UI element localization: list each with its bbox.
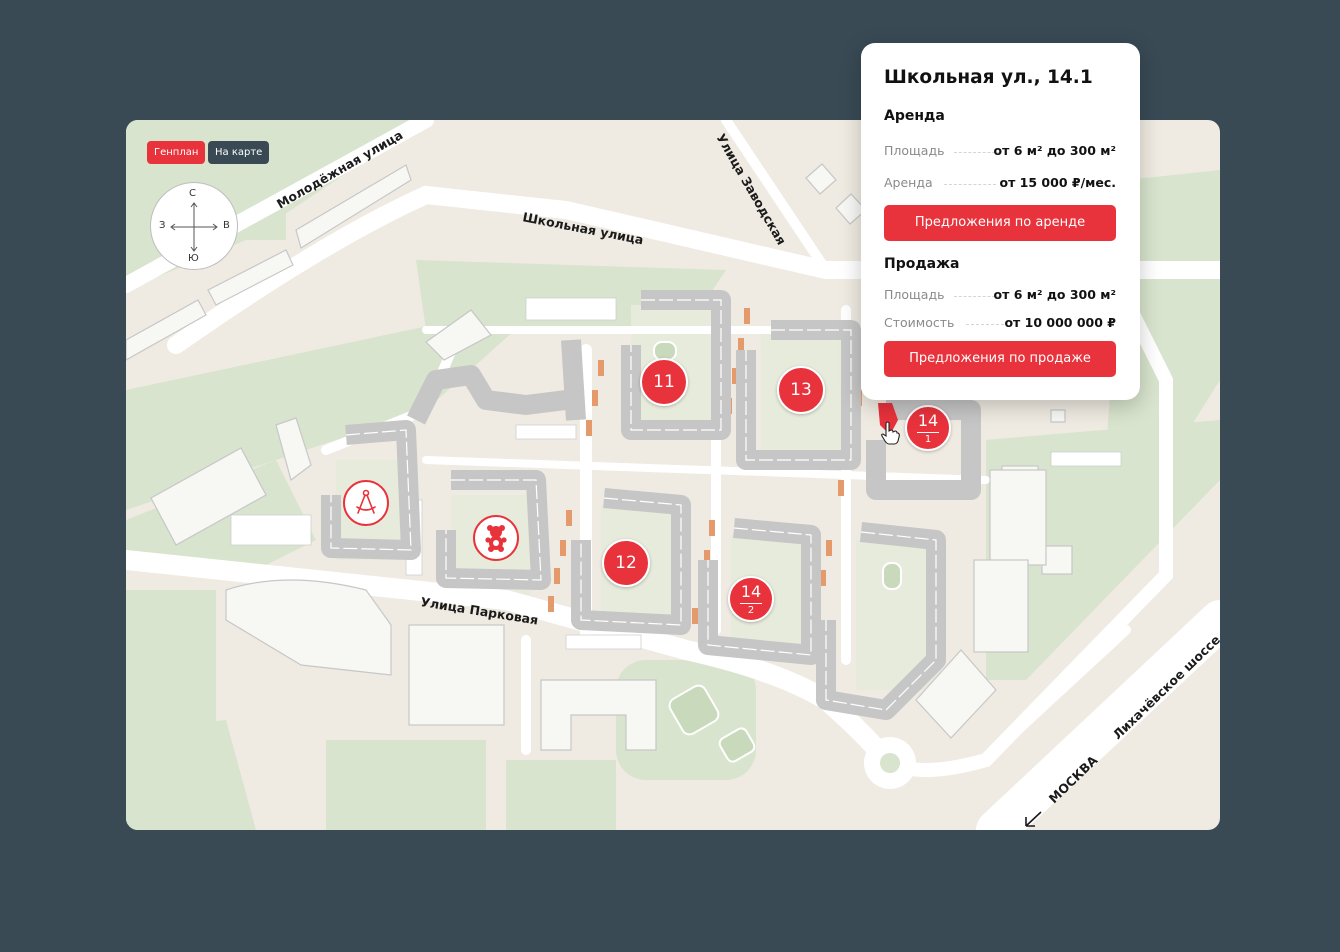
rent-price-row: Аренда от 15 000 ₽/мес. <box>884 175 1116 193</box>
sale-heading: Продажа <box>884 256 960 272</box>
building-marker-14-2[interactable]: 14 2 <box>728 576 774 622</box>
popup-title: Школьная ул., 14.1 <box>884 67 1093 88</box>
rent-heading: Аренда <box>884 108 945 124</box>
rent-price-label: Аренда <box>884 175 933 190</box>
marker-14-1-section: 1 <box>924 434 932 445</box>
rent-area-row: Площадь от 6 м² до 300 м² <box>884 143 1116 161</box>
roundabout-center <box>880 753 900 773</box>
sale-area-value: от 6 м² до 300 м² <box>993 287 1116 302</box>
kindergarten-poi[interactable] <box>473 515 519 561</box>
rent-price-value: от 15 000 ₽/мес. <box>999 175 1117 190</box>
compass: С Ю З В <box>150 182 238 270</box>
genplan-toggle[interactable]: Генплан <box>147 141 206 164</box>
hand-pointer-icon <box>881 421 900 445</box>
compass-west: З <box>159 220 166 231</box>
marker-14-2-divider <box>740 603 762 604</box>
sale-area-row: Площадь от 6 м² до 300 м² <box>884 287 1116 305</box>
marker-14-1-divider <box>917 432 939 433</box>
compass-north: С <box>189 188 196 199</box>
on-map-toggle[interactable]: На карте <box>208 141 270 164</box>
building-marker-11[interactable]: 11 <box>640 358 688 406</box>
sale-price-label: Стоимость <box>884 315 955 330</box>
sale-offers-button[interactable]: Предложения по продаже <box>884 341 1116 377</box>
compass-south: Ю <box>188 253 199 264</box>
building-marker-13[interactable]: 13 <box>777 366 825 414</box>
marker-14-1-number: 14 <box>917 411 939 430</box>
row-divider <box>944 184 996 185</box>
building-marker-12[interactable]: 12 <box>602 539 650 587</box>
rent-offers-button[interactable]: Предложения по аренде <box>884 205 1116 241</box>
rent-area-label: Площадь <box>884 143 945 158</box>
sale-area-label: Площадь <box>884 287 945 302</box>
building-marker-14-1[interactable]: 14 1 <box>905 405 951 451</box>
rent-area-value: от 6 м² до 300 м² <box>993 143 1116 158</box>
compass-east: В <box>223 220 230 231</box>
sale-price-row: Стоимость от 10 000 000 ₽ <box>884 315 1116 333</box>
sale-price-value: от 10 000 000 ₽ <box>1004 315 1116 330</box>
teddy-bear-icon <box>485 525 507 552</box>
building-info-popup: Школьная ул., 14.1 Аренда Площадь от 6 м… <box>861 43 1140 400</box>
compass-drawing-icon <box>356 489 376 514</box>
school-poi[interactable] <box>343 480 389 526</box>
marker-14-2-section: 2 <box>747 605 755 616</box>
row-divider <box>966 324 1004 325</box>
marker-14-2-number: 14 <box>740 582 762 601</box>
